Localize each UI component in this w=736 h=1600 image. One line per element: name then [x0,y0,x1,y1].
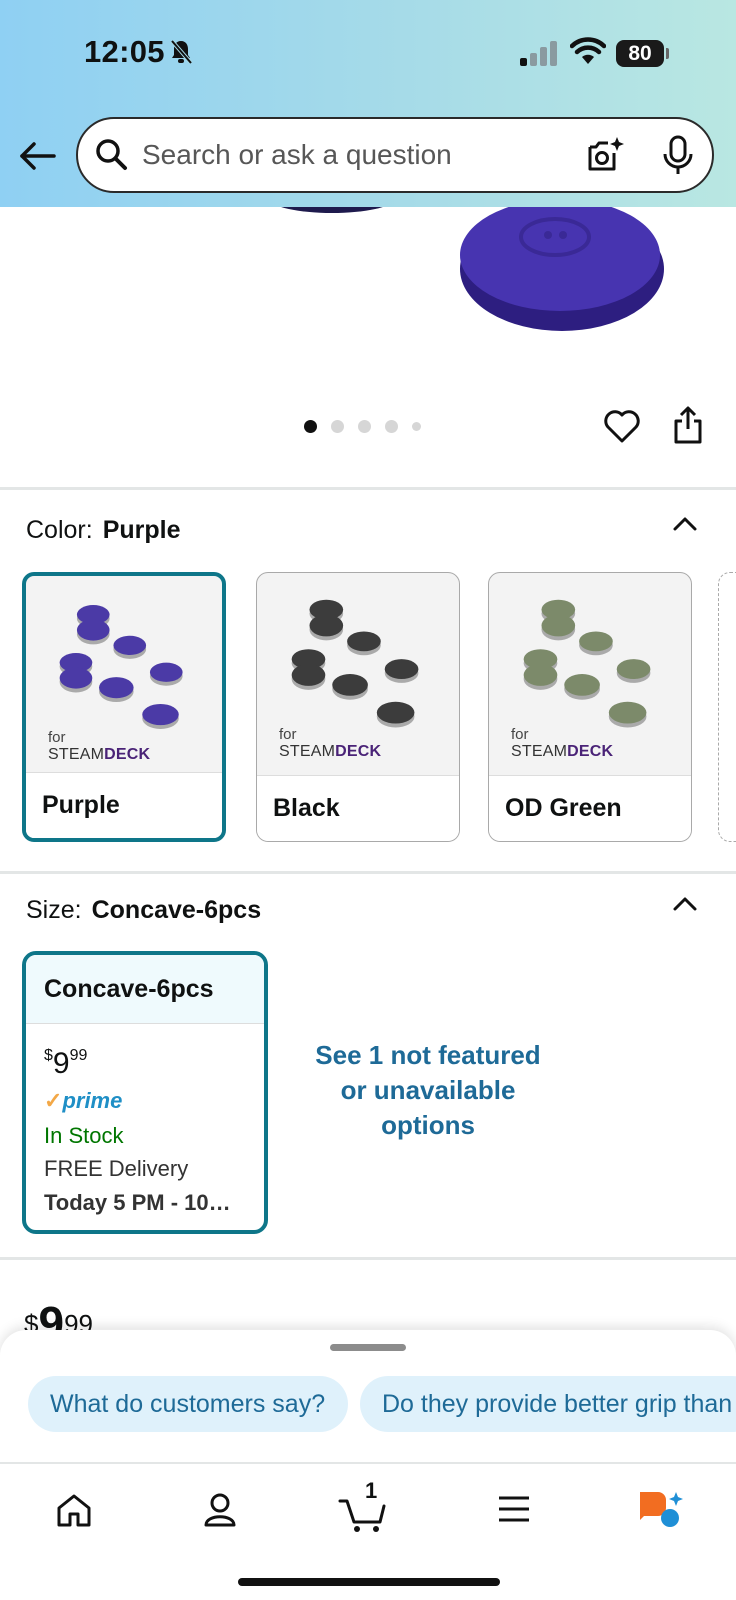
brand-steamdeck-text: STEAMDECK [279,743,381,761]
brand-for-text: for [511,726,529,743]
carousel-dot [412,422,421,431]
cart-icon[interactable] [338,1498,388,1534]
heart-icon[interactable] [603,408,641,444]
color-selected-value: Purple [102,516,181,544]
thumbstick-cap [309,614,344,637]
brand-deck: DECK [335,743,382,760]
wifi-icon [570,37,606,64]
menu-icon[interactable] [497,1492,531,1526]
thumbstick-cap [564,674,600,696]
brand-deck: DECK [567,743,614,760]
delivery-time: Today 5 PM - 10… [44,1190,231,1215]
color-option-od-green[interactable]: for STEAMDECK OD Green [488,572,692,842]
search-bar[interactable] [76,117,714,193]
search-icon [96,139,127,170]
size-label: Size: Concave-6pcs [26,896,261,925]
thumbstick-cap [616,659,651,679]
microphone-icon[interactable] [662,135,694,177]
brand-steam: STEAM [279,743,336,760]
section-divider [0,871,736,874]
prime-badge: ✓prime [44,1088,122,1114]
share-icon[interactable] [673,405,703,445]
suggestion-chip[interactable]: Do they provide better grip than [360,1376,736,1432]
thumbstick-cap [384,659,419,679]
thumbstick-cap [59,667,93,689]
brand-steam: STEAM [48,746,105,763]
color-option-purple[interactable]: for STEAMDECK Purple [22,572,226,842]
carousel-dot [358,420,371,433]
suggestion-chip[interactable]: What do customers say? [28,1376,348,1432]
thumbstick-cap [149,662,183,682]
section-divider [0,487,736,490]
thumbstick-cap [76,619,110,641]
thumbstick-cap [291,664,326,686]
color-option-label: OD Green [489,775,691,841]
carousel-dots [304,420,421,433]
price-currency: $ [44,1047,53,1064]
color-label: Color: Purple [26,516,180,545]
see-unavailable-options-link[interactable]: See 1 not featured or unavailable option… [300,1038,556,1143]
carousel-dot [304,420,317,433]
status-time: 12:05 [84,34,165,69]
size-option-name: Concave-6pcs [26,955,264,1024]
chevron-up-icon[interactable] [672,894,698,912]
carousel-dot [331,420,344,433]
back-arrow-icon[interactable] [18,136,58,176]
brand-steamdeck-text: STEAMDECK [511,743,613,761]
thumbstick-cap [142,703,179,726]
thumbstick-cap [376,701,415,724]
chevron-up-icon[interactable] [672,514,698,532]
prime-text: prime [62,1088,123,1113]
size-option-price: $999 [44,1047,87,1081]
thumbstick-cap [608,701,647,724]
thumbstick-cap [347,631,381,652]
carousel-dot [385,420,398,433]
camera-search-icon[interactable] [584,135,626,177]
section-divider [0,1257,736,1260]
thumbstick-cap [541,614,576,637]
product-image-carousel[interactable] [0,185,736,487]
search-input[interactable] [142,135,522,175]
home-icon[interactable] [55,1492,93,1528]
color-label-text: Color: [26,516,93,544]
color-option-black[interactable]: for STEAMDECK Black [256,572,460,842]
size-label-text: Size: [26,896,82,924]
brand-for-text: for [279,726,297,743]
brand-deck: DECK [104,746,151,763]
brand-steamdeck-text: STEAMDECK [48,746,150,764]
color-option-more[interactable] [718,572,736,842]
thumbstick-cap [332,674,368,696]
color-option-label: Black [257,775,459,841]
rufus-assistant-icon[interactable] [636,1490,684,1530]
size-option-card[interactable]: Concave-6pcs $999 ✓prime In Stock FREE D… [22,951,268,1234]
top-header: 12:05 80 [0,0,736,207]
cellular-signal-icon [520,40,562,66]
color-option-label: Purple [26,772,222,838]
product-image [270,185,664,331]
thumbstick-cap [113,635,147,655]
price-whole: 9 [52,1047,70,1080]
prime-check-icon: ✓ [44,1088,63,1113]
battery-indicator: 80 [616,40,669,67]
home-indicator[interactable] [238,1578,500,1586]
brand-steam: STEAM [511,743,568,760]
price-fraction: 99 [69,1047,88,1064]
thumbstick-cap [579,631,613,652]
brand-for-text: for [48,729,66,746]
size-selected-value: Concave-6pcs [91,896,262,924]
silent-bell-icon [170,39,192,65]
sheet-drag-handle[interactable] [330,1344,406,1351]
stock-status: In Stock [44,1123,124,1148]
thumbstick-cap [523,664,558,686]
thumbstick-cap [99,677,134,699]
delivery-text: FREE Delivery [44,1156,189,1181]
account-icon[interactable] [202,1492,238,1528]
